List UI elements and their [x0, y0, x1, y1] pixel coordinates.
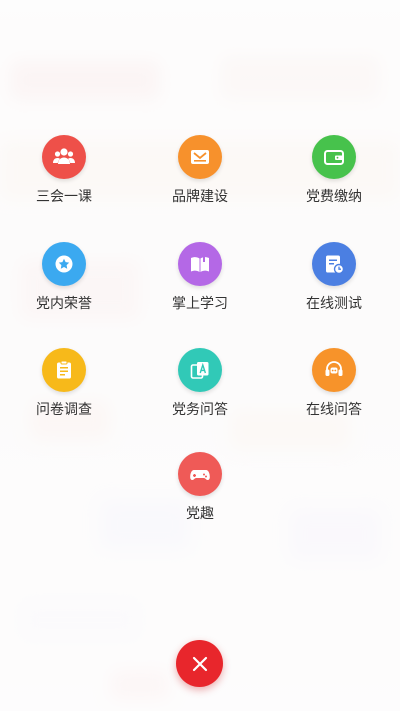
- menu-item-label: 三会一课: [36, 189, 92, 205]
- qa-cards-icon: [178, 348, 222, 392]
- menu-item-label: 党务问答: [172, 402, 228, 418]
- menu-item-label: 在线问答: [306, 402, 362, 418]
- menu-item-label: 问卷调查: [36, 402, 92, 418]
- menu-item-party-qa[interactable]: 党务问答: [145, 348, 255, 430]
- menu-item-three-meetings[interactable]: 三会一课: [9, 135, 119, 217]
- menu-item-label: 掌上学习: [172, 296, 228, 312]
- menu-item-survey[interactable]: 问卷调查: [9, 348, 119, 430]
- wallet-icon: [312, 135, 356, 179]
- gamepad-icon: [178, 452, 222, 496]
- star-medal-icon: [42, 242, 86, 286]
- book-icon: [178, 242, 222, 286]
- people-group-icon: [42, 135, 86, 179]
- menu-item-party-fun[interactable]: 党趣: [145, 452, 255, 534]
- menu-item-label: 党费缴纳: [306, 189, 362, 205]
- close-button[interactable]: [176, 640, 223, 687]
- document-clock-icon: [312, 242, 356, 286]
- menu-item-label: 党趣: [186, 506, 214, 522]
- menu-item-brand-building[interactable]: 品牌建设: [145, 135, 255, 217]
- close-icon: [192, 656, 207, 671]
- menu-item-online-qa[interactable]: 在线问答: [279, 348, 389, 430]
- menu-item-label: 党内荣誉: [36, 296, 92, 312]
- menu-item-party-fee[interactable]: 党费缴纳: [279, 135, 389, 217]
- headset-icon: [312, 348, 356, 392]
- brand-badge-icon: [178, 135, 222, 179]
- menu-item-mobile-study[interactable]: 掌上学习: [145, 242, 255, 324]
- menu-item-label: 在线测试: [306, 296, 362, 312]
- clipboard-icon: [42, 348, 86, 392]
- menu-item-online-test[interactable]: 在线测试: [279, 242, 389, 324]
- menu-item-party-honor[interactable]: 党内荣誉: [9, 242, 119, 324]
- menu-item-label: 品牌建设: [172, 189, 228, 205]
